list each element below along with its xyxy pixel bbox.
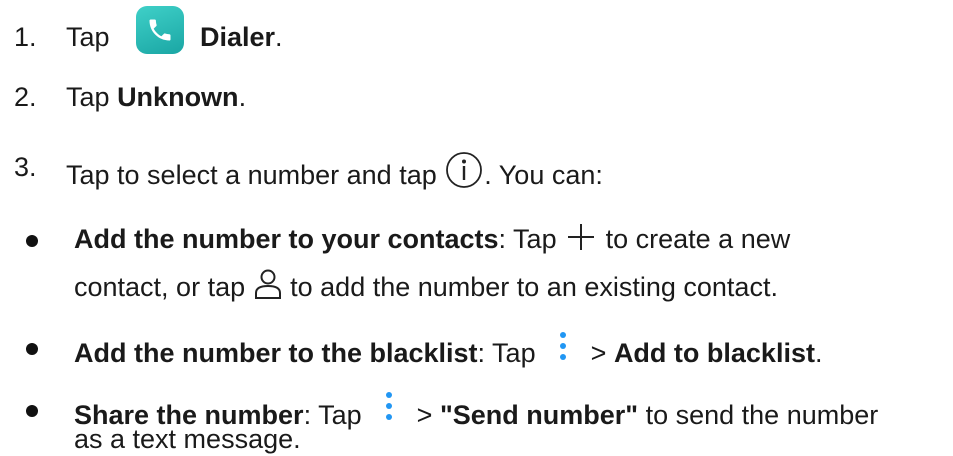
unknown-label: Unknown — [117, 82, 239, 112]
step-number: 1. — [14, 22, 37, 52]
step-text-end: . You can: — [484, 160, 603, 190]
bullet-2: Add the number to the blacklist: Tap > A… — [74, 330, 822, 376]
step-number: 3. — [14, 152, 37, 182]
bullet-action: Add to blacklist — [613, 338, 815, 368]
vertical-dots-icon — [543, 330, 583, 376]
bullet-text: : Tap — [303, 400, 362, 430]
bullet-text: as a text message. — [74, 424, 301, 454]
bullet-text: to send the number — [645, 400, 879, 430]
bullet-text: contact, or tap — [74, 272, 246, 302]
bullet-text: to add the number to an existing contact… — [290, 272, 778, 302]
phone-app-icon — [136, 6, 184, 54]
plus-icon — [564, 222, 598, 260]
step-punct: . — [275, 22, 283, 52]
bullet-punct: . — [814, 338, 823, 368]
bullet-title: Add the number to the blacklist — [74, 338, 478, 368]
info-circle-icon — [444, 150, 484, 198]
bullet-dot — [26, 343, 38, 355]
separator: > — [590, 338, 607, 368]
bullet-dot — [26, 405, 38, 417]
bullet-dot — [26, 235, 38, 247]
vertical-dots-icon — [369, 392, 409, 438]
bullet-3-line-2: as a text message. — [74, 422, 301, 456]
step-punct: . — [238, 82, 247, 112]
person-icon — [253, 268, 283, 308]
step-text: Tap — [66, 82, 110, 112]
step-text: Tap to select a number and tap — [66, 160, 437, 190]
bullet-title: Add the number to your contacts — [74, 224, 499, 254]
dialer-label: Dialer — [200, 22, 276, 52]
bullet-1-line-2: contact, or tap to add the number to an … — [74, 268, 778, 308]
separator: > — [416, 400, 433, 430]
bullet-text: : Tap — [498, 224, 557, 254]
bullet-action: "Send number" — [439, 400, 639, 430]
bullet-1-line-1: Add the number to your contacts: Tap to … — [74, 222, 790, 260]
bullet-text: to create a new — [605, 224, 791, 254]
bullet-text: : Tap — [477, 338, 536, 368]
step-text: Tap — [66, 22, 110, 52]
step-number: 2. — [14, 82, 37, 112]
